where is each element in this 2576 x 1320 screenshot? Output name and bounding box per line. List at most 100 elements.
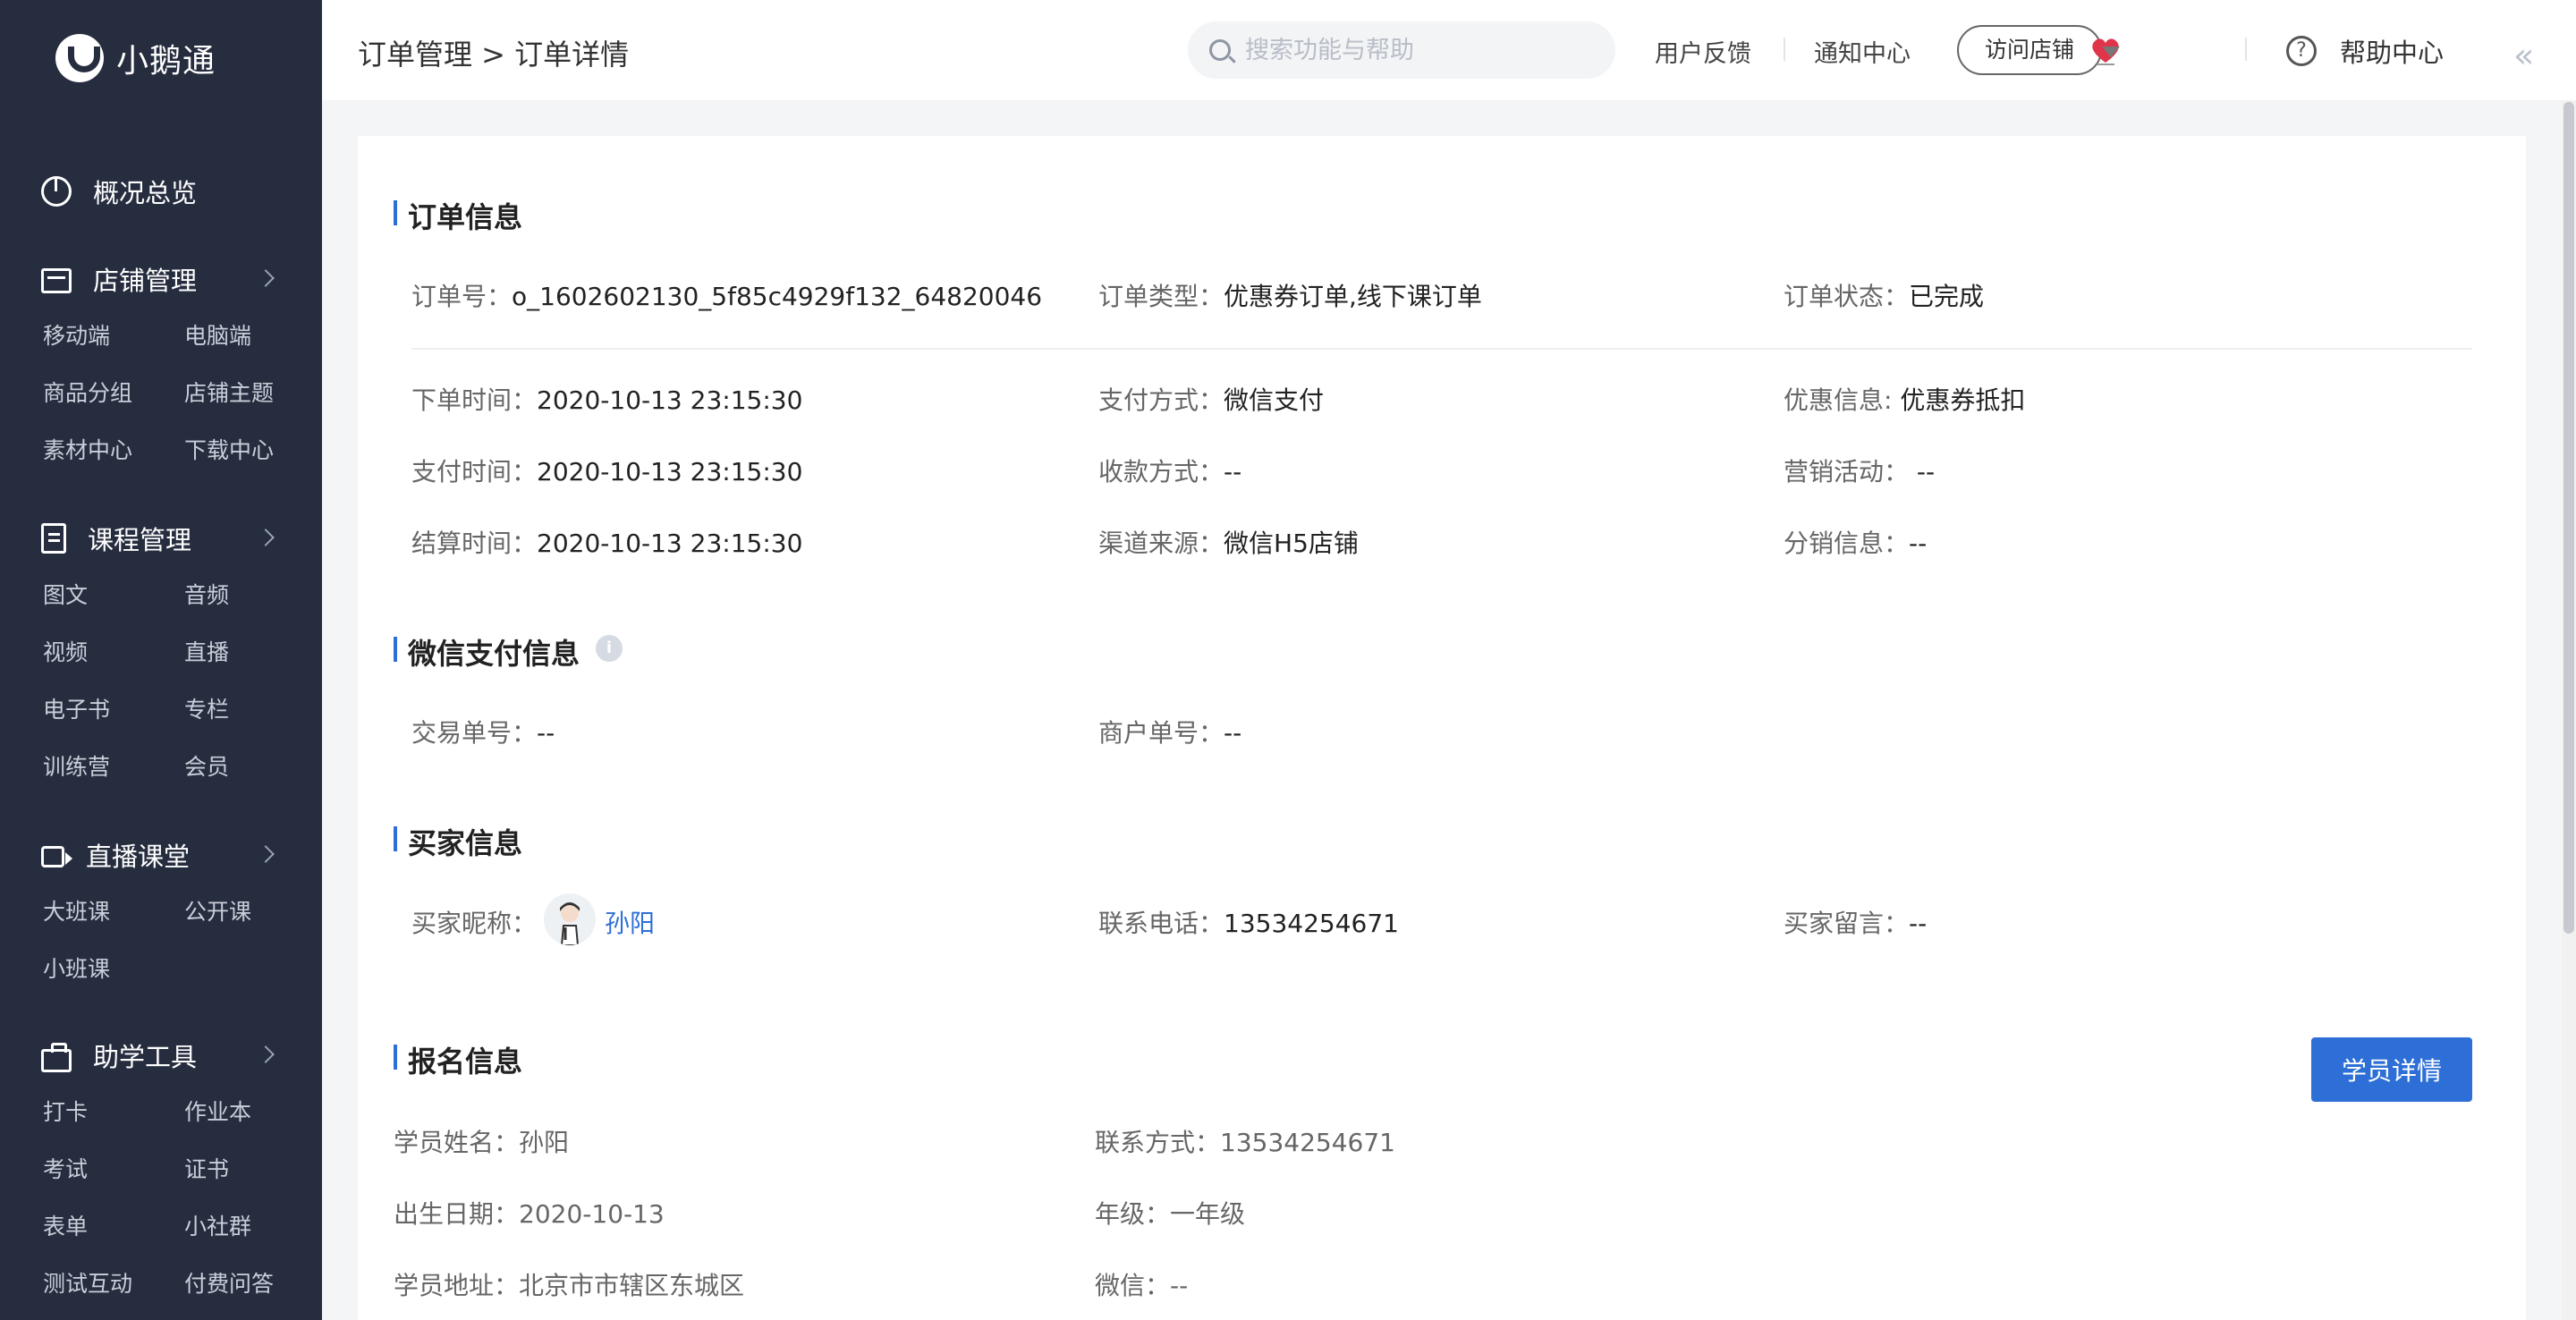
sidebar-subitem[interactable]: 专栏 xyxy=(184,681,322,739)
sidebar-subitem[interactable]: 音频 xyxy=(184,567,322,624)
settle-time-value: 2020-10-13 23:15:30 xyxy=(537,529,803,558)
channel-value: 微信H5店铺 xyxy=(1224,529,1359,558)
sidebar-subitem[interactable]: 付费问答 xyxy=(184,1256,322,1313)
collect-method-field: 收款方式：-- xyxy=(1098,453,1241,488)
sidebar-subitem[interactable]: 图文 xyxy=(43,567,184,624)
sidebar-subitem[interactable]: 打卡 xyxy=(43,1084,184,1141)
sidebar-subitem[interactable]: 店铺主题 xyxy=(184,365,322,422)
nav-group-store: 店铺管理 移动端 电脑端 商品分组 店铺主题 素材中心 下载中心 xyxy=(0,252,322,479)
field-label: 联系方式： xyxy=(1095,1128,1221,1157)
sidebar-item-store[interactable]: 店铺管理 xyxy=(0,252,322,306)
pie-chart-icon xyxy=(41,176,72,207)
student-name-field: 学员姓名：孙阳 xyxy=(394,1123,569,1159)
header-divider xyxy=(1784,38,1785,61)
field-label: 年级： xyxy=(1095,1199,1171,1229)
sidebar-subitem[interactable]: 商品分组 xyxy=(43,365,184,422)
wechat-value: -- xyxy=(1170,1271,1189,1300)
field-label: 优惠信息: xyxy=(1784,385,1901,415)
order-no-field: 订单号：o_1602602130_5f85c4929f132_64820046 xyxy=(411,277,1042,313)
field-label: 订单号： xyxy=(411,282,513,311)
distribution-value: -- xyxy=(1909,529,1928,558)
sidebar-subitem[interactable]: 视频 xyxy=(43,624,184,681)
pay-time-value: 2020-10-13 23:15:30 xyxy=(537,457,803,487)
order-type-field: 订单类型：优惠券订单,线下课订单 xyxy=(1098,277,1482,313)
video-camera-icon xyxy=(41,846,72,867)
sidebar-subitem[interactable]: 训练营 xyxy=(43,739,184,796)
help-label: 帮助中心 xyxy=(2340,38,2445,68)
notifications-link[interactable]: 通知中心 xyxy=(1814,34,1911,69)
toolbox-icon xyxy=(41,1043,72,1072)
sidebar-item-course[interactable]: 课程管理 xyxy=(0,512,322,565)
student-detail-button[interactable]: 学员详情 xyxy=(2311,1037,2472,1102)
sidebar-subitem[interactable]: 测试互动 xyxy=(43,1256,184,1313)
wechat-field: 微信：-- xyxy=(1095,1266,1188,1302)
settle-time-field: 结算时间：2020-10-13 23:15:30 xyxy=(411,524,802,560)
nav-group-tools: 助学工具 打卡 作业本 考试 证书 表单 小社群 测试互动 付费问答 xyxy=(0,1028,322,1313)
address-field: 学员地址：北京市市辖区东城区 xyxy=(394,1266,744,1302)
field-label: 微信： xyxy=(1095,1271,1171,1300)
field-label: 交易单号： xyxy=(411,718,538,748)
field-label: 支付方式： xyxy=(1098,385,1224,415)
visit-store-button[interactable]: 访问店铺 xyxy=(1957,25,2102,75)
sidebar-subitem[interactable]: 电子书 xyxy=(43,681,184,739)
field-label: 学员姓名： xyxy=(394,1128,520,1157)
section-divider xyxy=(411,348,2472,350)
student-contact-field: 联系方式：13534254671 xyxy=(1095,1123,1395,1159)
buyer-message-value: -- xyxy=(1909,909,1928,938)
sidebar-subitem[interactable]: 会员 xyxy=(184,739,322,796)
app-name: 小鹅通 xyxy=(116,43,216,80)
grade-value: 一年级 xyxy=(1170,1199,1246,1229)
sidebar-subitem[interactable]: 表单 xyxy=(43,1198,184,1256)
logo[interactable]: 小鹅通 xyxy=(55,34,216,82)
chevron-right-icon xyxy=(257,269,275,287)
order-time-value: 2020-10-13 23:15:30 xyxy=(537,385,803,415)
sidebar-subitem[interactable]: 直播 xyxy=(184,624,322,681)
discount-value: 优惠券抵扣 xyxy=(1900,385,2026,415)
sidebar-item-label: 助学工具 xyxy=(93,1042,198,1072)
grade-field: 年级：一年级 xyxy=(1095,1195,1245,1231)
sidebar-subitem[interactable]: 作业本 xyxy=(184,1084,322,1141)
distribution-field: 分销信息：-- xyxy=(1784,524,1927,560)
chevron-right-icon xyxy=(257,1045,275,1063)
buyer-info-title: 买家信息 xyxy=(394,821,522,862)
field-label: 渠道来源： xyxy=(1098,529,1224,558)
field-label: 学员地址： xyxy=(394,1271,520,1300)
search-input[interactable] xyxy=(1245,36,1585,64)
order-status-field: 订单状态：已完成 xyxy=(1784,277,1984,313)
sidebar-subitem[interactable]: 移动端 xyxy=(43,308,184,365)
chevron-down-icon[interactable] xyxy=(2102,47,2120,57)
header-divider xyxy=(2245,38,2247,61)
buyer-message-field: 买家留言：-- xyxy=(1784,904,1927,940)
merchant-no-field: 商户单号：-- xyxy=(1098,714,1241,749)
sidebar-subitem[interactable]: 素材中心 xyxy=(43,422,184,479)
address-value: 北京市市辖区东城区 xyxy=(519,1271,745,1300)
info-icon[interactable]: i xyxy=(596,635,623,662)
sidebar-item-live[interactable]: 直播课堂 xyxy=(0,828,322,882)
buyer-nickname-link[interactable]: 孙阳 xyxy=(605,904,655,940)
sidebar-subitem[interactable]: 下载中心 xyxy=(184,422,322,479)
sidebar-subitem[interactable]: 大班课 xyxy=(43,884,184,941)
sidebar-item-tools[interactable]: 助学工具 xyxy=(0,1028,322,1082)
sidebar-subitem[interactable]: 电脑端 xyxy=(184,308,322,365)
order-type-value: 优惠券订单,线下课订单 xyxy=(1224,282,1482,311)
scrollbar-thumb[interactable] xyxy=(2563,102,2574,934)
sidebar-subitem[interactable]: 公开课 xyxy=(184,884,322,941)
sidebar-subitem[interactable]: 小班课 xyxy=(43,941,184,998)
sidebar-subitem[interactable]: 证书 xyxy=(184,1141,322,1198)
help-center-link[interactable]: ? 帮助中心 xyxy=(2286,32,2444,70)
marketing-field: 营销活动： -- xyxy=(1784,453,1935,488)
collapse-icon[interactable]: « xyxy=(2513,36,2534,75)
search-box[interactable] xyxy=(1188,21,1615,79)
sidebar-subitem[interactable]: 考试 xyxy=(43,1141,184,1198)
student-name-value: 孙阳 xyxy=(519,1128,570,1157)
field-label: 分销信息： xyxy=(1784,529,1910,558)
birth-date-value: 2020-10-13 xyxy=(519,1199,665,1229)
pay-method-value: 微信支付 xyxy=(1224,385,1325,415)
top-header: 订单管理 > 订单详情 用户反馈 通知中心 访问店铺 ? 帮助中心 « xyxy=(322,0,2576,100)
sidebar-item-label: 课程管理 xyxy=(88,525,192,555)
feedback-link[interactable]: 用户反馈 xyxy=(1655,34,1751,69)
field-label: 订单类型： xyxy=(1098,282,1224,311)
sidebar-item-overview[interactable]: 概况总览 xyxy=(0,165,322,218)
field-label: 营销活动： xyxy=(1784,457,1917,487)
sidebar-subitem[interactable]: 小社群 xyxy=(184,1198,322,1256)
